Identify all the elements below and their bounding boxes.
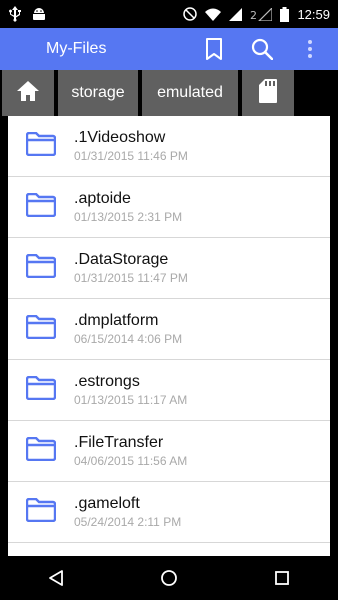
status-time: 12:59 — [297, 6, 330, 22]
breadcrumb-home[interactable] — [2, 70, 54, 116]
list-item[interactable]: .dmplatform 06/15/2014 4:06 PM — [8, 299, 330, 360]
folder-icon — [25, 497, 57, 527]
overflow-menu-icon[interactable] — [298, 37, 322, 61]
file-name: .aptoide — [74, 190, 131, 207]
folder-icon — [25, 253, 57, 283]
file-date: 06/15/2014 4:06 PM — [74, 332, 183, 346]
breadcrumb: storage emulated — [0, 70, 338, 116]
file-date: 01/13/2015 11:17 AM — [74, 393, 188, 407]
file-date: 01/31/2015 11:47 PM — [74, 271, 188, 285]
usb-icon — [8, 6, 22, 22]
recents-icon[interactable] — [270, 566, 294, 590]
list-item[interactable]: .gameloft 05/24/2014 2:11 PM — [8, 482, 330, 543]
file-date: 04/06/2015 11:56 AM — [74, 454, 188, 468]
list-item[interactable]: .estrongs 01/13/2015 11:17 AM — [8, 360, 330, 421]
breadcrumb-sd-card[interactable] — [242, 70, 294, 116]
file-date: 05/24/2014 2:11 PM — [74, 515, 182, 529]
do-not-disturb-icon — [183, 7, 198, 21]
wifi-icon — [205, 8, 222, 21]
file-name: .dmplatform — [74, 312, 159, 329]
file-name: .1Videoshow — [74, 129, 166, 146]
file-list: .1Videoshow 01/31/2015 11:46 PM .aptoide… — [8, 116, 330, 556]
sd-card-icon — [259, 78, 277, 108]
folder-icon — [25, 314, 57, 344]
back-icon[interactable] — [44, 566, 68, 590]
file-date: 01/31/2015 11:46 PM — [74, 149, 188, 163]
search-icon[interactable] — [250, 37, 274, 61]
status-bar: 2 12:59 — [0, 0, 338, 28]
app-title: My-Files — [46, 40, 107, 57]
folder-icon — [25, 192, 57, 222]
breadcrumb-label: emulated — [157, 84, 223, 101]
home-icon — [16, 80, 40, 107]
breadcrumb-storage[interactable]: storage — [58, 70, 138, 116]
file-name: .DataStorage — [74, 251, 169, 268]
battery-icon — [280, 6, 290, 22]
signal-icon — [229, 7, 243, 21]
breadcrumb-label: storage — [71, 84, 125, 101]
breadcrumb-emulated[interactable]: emulated — [142, 70, 238, 116]
list-item[interactable]: .aptoide 01/13/2015 2:31 PM — [8, 177, 330, 238]
list-item[interactable]: .DataStorage 01/31/2015 11:47 PM — [8, 238, 330, 299]
file-name: .estrongs — [74, 373, 140, 390]
folder-icon — [25, 436, 57, 466]
file-name: .FileTransfer — [74, 434, 164, 451]
bookmark-icon[interactable] — [202, 37, 226, 61]
home-circle-icon[interactable] — [157, 566, 181, 590]
sim-2-icon: 2 — [250, 7, 273, 21]
folder-icon — [25, 375, 57, 405]
navigation-bar — [0, 556, 338, 600]
app-bar: My-Files — [0, 28, 338, 70]
android-icon — [32, 6, 46, 22]
list-item[interactable]: .FileTransfer 04/06/2015 11:56 AM — [8, 421, 330, 482]
list-item[interactable]: .1Videoshow 01/31/2015 11:46 PM — [8, 116, 330, 177]
svg-text:2: 2 — [250, 9, 257, 21]
folder-icon — [25, 131, 57, 161]
file-name: .gameloft — [74, 495, 140, 512]
file-date: 01/13/2015 2:31 PM — [74, 210, 183, 224]
